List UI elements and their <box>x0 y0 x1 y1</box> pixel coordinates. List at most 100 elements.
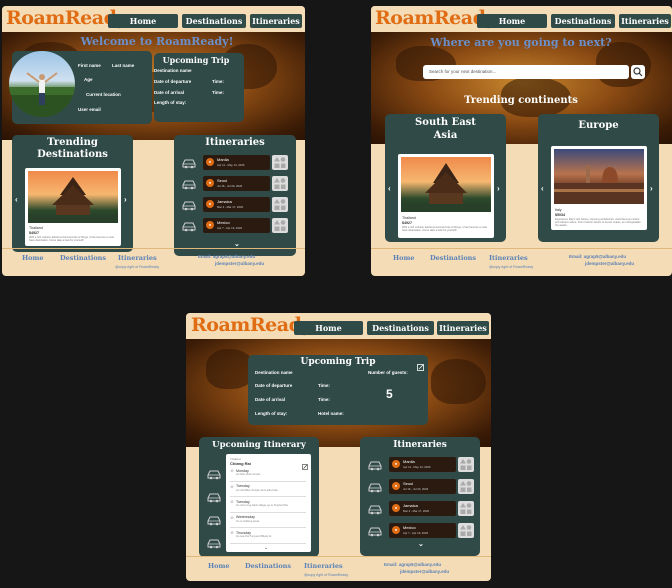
itinerary-day-item[interactable]: ☆ Monday Go hike white temple <box>230 468 308 482</box>
continent-title: Europe <box>578 120 619 131</box>
divider <box>230 527 306 528</box>
card-price: $5034 <box>555 213 565 217</box>
nav-destinations-button[interactable]: Destinations <box>182 14 246 28</box>
car-icon <box>181 198 197 211</box>
shapes-icon[interactable] <box>272 197 288 212</box>
nav-home-button[interactable]: Home <box>108 14 178 28</box>
avatar[interactable] <box>9 51 75 117</box>
chevron-left-icon[interactable]: ‹ <box>388 184 391 193</box>
day-label: Monday <box>236 468 249 473</box>
star-icon[interactable]: ☆ <box>230 499 234 505</box>
footer-home-link[interactable]: Home <box>22 254 44 262</box>
itinerary-day-item[interactable]: ☆ Tuesday Go visit Blue Temple and Lalita … <box>230 484 308 498</box>
footer-itineraries-link[interactable]: Itineraries <box>489 254 528 262</box>
itinerary-row[interactable]: ● Seoul Jul 16 - Jul 30, 2026 <box>181 176 291 191</box>
itinerary-day-card[interactable]: Thailand Chiang Rai ☆ Monday Go hike white… <box>226 454 311 552</box>
location-pin-icon: ● <box>392 460 400 468</box>
trending-continents-title: Trending continents <box>464 95 578 106</box>
footer-email[interactable]: Email: agrap5@albany.edu <box>198 253 255 260</box>
chevron-down-icon[interactable]: ⌄ <box>264 545 268 551</box>
itinerary-dates: Mar 4 - Mar 17, 2026 <box>403 509 430 513</box>
itinerary-day-item[interactable]: ☆ Wednesday Go to trekking areas <box>230 515 308 529</box>
search-input[interactable]: Search for your next destination... <box>423 65 629 79</box>
itinerary-row[interactable]: ● Mexico Apr 7 - Apr 19, 2026 <box>367 523 477 538</box>
location-pin-icon: ● <box>392 504 400 512</box>
nav-itineraries-button[interactable]: Itineraries <box>619 14 671 28</box>
nav-home-button[interactable]: Home <box>477 14 547 28</box>
date-departure-label: Date of departure <box>154 79 192 84</box>
shapes-icon[interactable] <box>272 155 288 170</box>
card-name: Italy <box>555 208 562 212</box>
florence-image <box>554 149 644 204</box>
footer-itineraries-link[interactable]: Itineraries <box>118 254 157 262</box>
shapes-icon[interactable] <box>458 501 474 516</box>
footer-destinations-link[interactable]: Destinations <box>60 254 106 262</box>
nav-destinations-button[interactable]: Destinations <box>551 14 615 28</box>
upcoming-trip-title: Upcoming Trip <box>162 55 230 65</box>
footer-itineraries-link[interactable]: Itineraries <box>304 562 343 570</box>
chevron-down-icon[interactable]: ⌄ <box>418 540 424 548</box>
chevron-right-icon[interactable]: › <box>650 184 653 193</box>
chevron-down-icon[interactable]: ⌄ <box>234 240 240 248</box>
star-icon[interactable]: ☆ <box>230 468 234 474</box>
footer-home-link[interactable]: Home <box>393 254 415 262</box>
itinerary-row[interactable]: ● Manila Apr 11 - May 13, 2026 <box>367 457 477 472</box>
edit-icon[interactable] <box>417 358 424 371</box>
footer-home-link[interactable]: Home <box>208 562 230 570</box>
itinerary-row[interactable]: ● Jamaica Mar 4 - Mar 17, 2026 <box>181 197 291 212</box>
card-name: Thailand <box>29 226 43 230</box>
shapes-icon[interactable] <box>272 176 288 191</box>
day-note: Go visit Blue Temple and Lalita Cafe <box>236 488 278 492</box>
itinerary-row[interactable]: ● Seoul Jul 16 - Jul 30, 2026 <box>367 479 477 494</box>
itinerary-day-item[interactable]: ☆ Thursday Go see Doi Tung and Bluely At <box>230 530 308 544</box>
footer-email[interactable]: Email: agrap5@albany.edu <box>569 253 626 260</box>
search-button[interactable] <box>631 65 645 79</box>
shapes-icon[interactable] <box>458 523 474 538</box>
destination-card[interactable]: Italy $5034 Experience Italy's rich hist… <box>551 146 647 230</box>
edit-icon[interactable] <box>302 457 308 470</box>
star-icon[interactable]: ☆ <box>230 484 234 490</box>
nav-destinations-button[interactable]: Destinations <box>367 321 434 335</box>
divider <box>230 496 306 497</box>
shapes-icon[interactable] <box>458 479 474 494</box>
destination-card[interactable]: Thailand $4927 With a rich cultural, del… <box>25 168 121 246</box>
star-icon[interactable]: ☆ <box>230 515 234 521</box>
divider <box>230 511 306 512</box>
itinerary-name: Mexico <box>403 525 416 530</box>
itinerary-row[interactable]: ● Manila Apr 11 - May 13, 2026 <box>181 155 291 170</box>
destination-card[interactable]: Thailand $4927 With a rich cultural, del… <box>398 154 494 238</box>
itineraries-title: Itineraries <box>205 137 265 148</box>
chevron-right-icon[interactable]: › <box>497 184 500 193</box>
itinerary-city: Chiang Rai <box>230 461 251 466</box>
itinerary-day-item[interactable]: ☆ Tuesday Go visit Long Neck village, go t… <box>230 499 308 513</box>
copyright-text: @copy right of RoamReady <box>304 573 349 577</box>
chevron-left-icon[interactable]: ‹ <box>15 195 18 204</box>
nav-itineraries-button[interactable]: Itineraries <box>250 14 302 28</box>
itinerary-row[interactable]: ● Mexico Apr 7 - Apr 19, 2026 <box>181 218 291 233</box>
nav-itineraries-button[interactable]: Itineraries <box>437 321 489 335</box>
nav-home-button[interactable]: Home <box>294 321 363 335</box>
chevron-left-icon[interactable]: ‹ <box>541 184 544 193</box>
time-label: Time: <box>318 397 330 402</box>
footer-email-2[interactable]: jdempster@albany.edu <box>215 260 264 267</box>
footer-destinations-link[interactable]: Destinations <box>430 254 476 262</box>
shapes-icon[interactable] <box>272 218 288 233</box>
chevron-right-icon[interactable]: › <box>124 195 127 204</box>
current-location-label: Current location <box>86 92 121 97</box>
star-icon[interactable]: ☆ <box>230 530 234 536</box>
itinerary-row[interactable]: ● Jamaica Mar 4 - Mar 17, 2026 <box>367 501 477 516</box>
card-description: Experience Italy's rich history, stunnin… <box>555 218 641 227</box>
footer-destinations-link[interactable]: Destinations <box>245 562 291 570</box>
date-departure-label: Date of departure <box>255 383 293 388</box>
shapes-icon[interactable] <box>458 457 474 472</box>
location-pin-icon: ● <box>206 179 214 187</box>
upcoming-trip-panel: Upcoming Trip Destination name Number of… <box>248 355 428 425</box>
location-pin-icon: ● <box>392 482 400 490</box>
itinerary-dates: Mar 4 - Mar 17, 2026 <box>217 205 244 209</box>
itinerary-name: Jamaica <box>403 503 418 508</box>
time-label: Time: <box>318 383 330 388</box>
footer-email[interactable]: Email: agrap5@albany.edu <box>384 561 441 568</box>
footer-email-2[interactable]: jdempster@albany.edu <box>585 260 634 267</box>
footer-email-2[interactable]: jdempster@albany.edu <box>400 568 449 575</box>
itinerary-dates: Apr 7 - Apr 19, 2026 <box>403 531 429 535</box>
